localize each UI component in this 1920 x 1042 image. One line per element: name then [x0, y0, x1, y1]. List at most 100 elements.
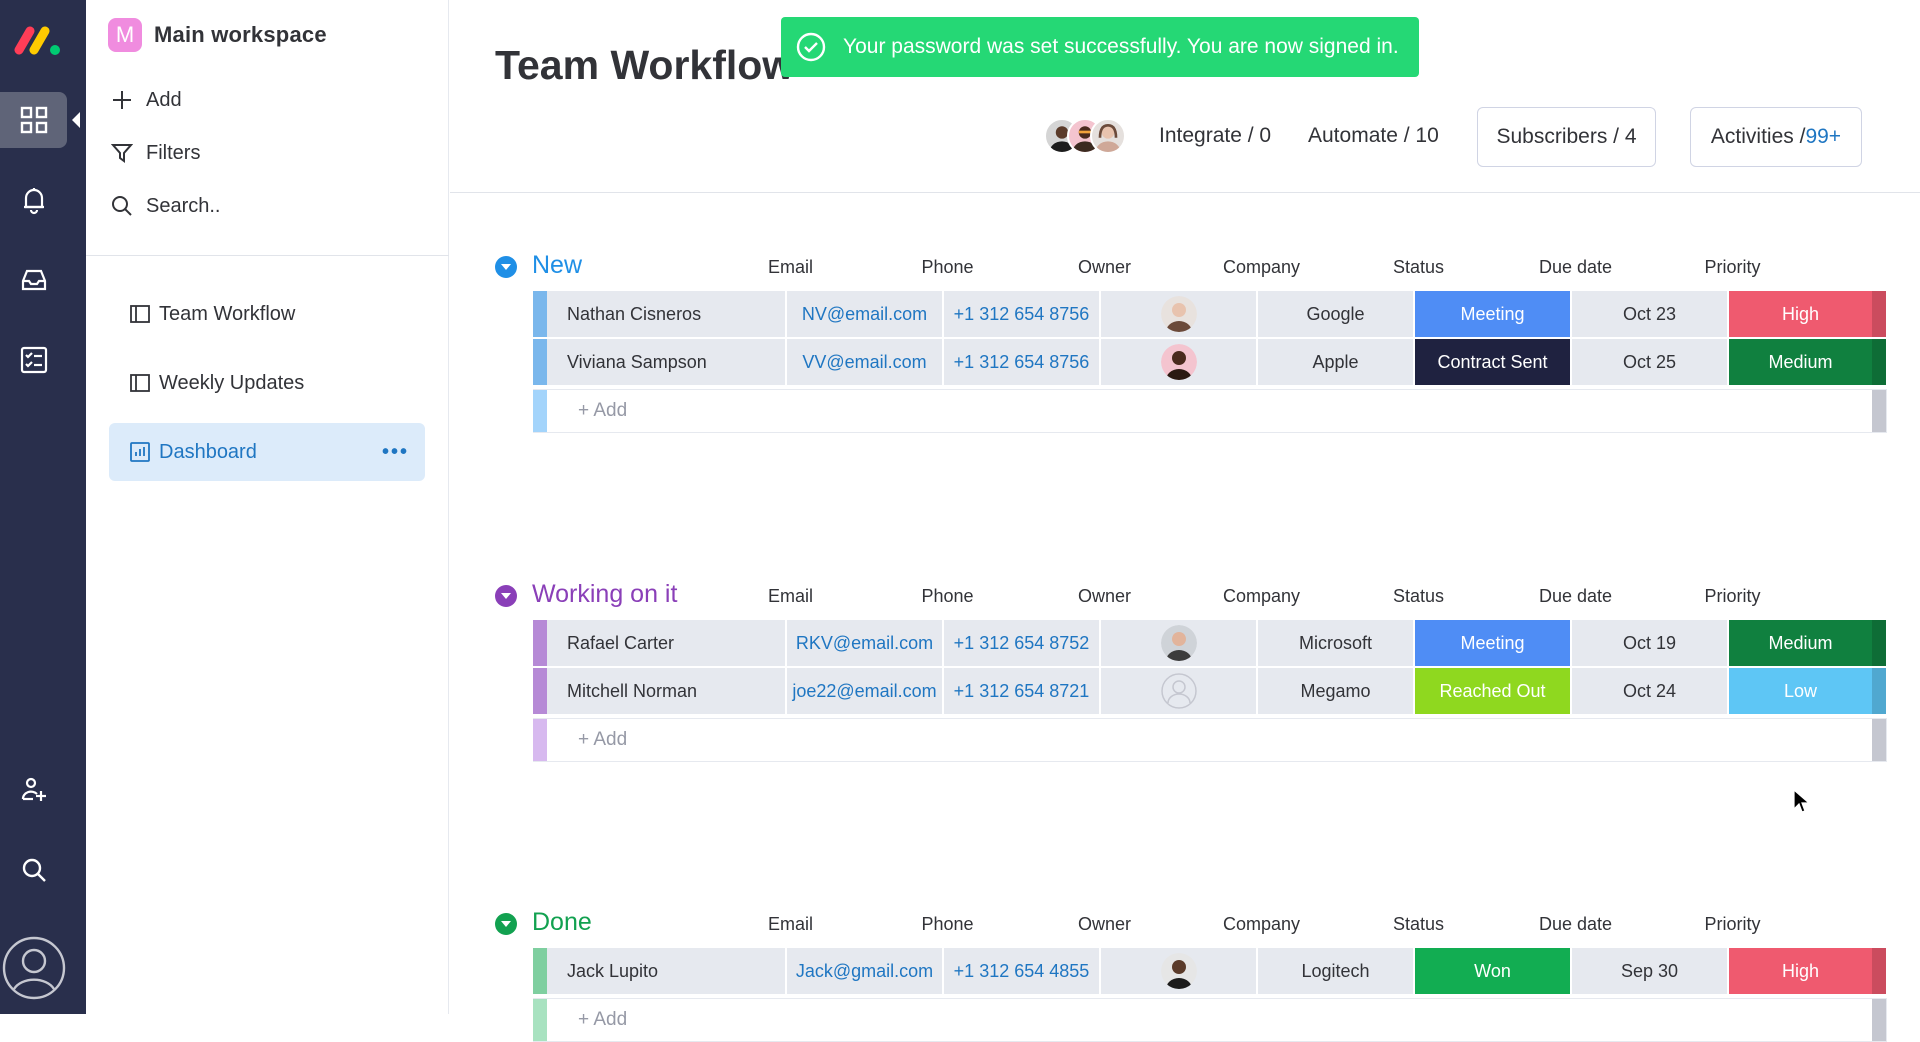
status-label[interactable]: Meeting — [1415, 291, 1572, 337]
group-title[interactable]: Working on it — [532, 580, 677, 609]
status-label[interactable]: Reached Out — [1415, 668, 1572, 714]
owner-cell[interactable] — [1101, 668, 1258, 714]
column-header-priority[interactable]: Priority — [1654, 586, 1811, 607]
phone-cell[interactable]: +1 312 654 4855 — [944, 948, 1101, 994]
board-members-avatars[interactable] — [1044, 118, 1126, 154]
column-header-status[interactable]: Status — [1340, 914, 1497, 935]
due-date-cell[interactable]: Oct 23 — [1572, 291, 1729, 337]
inbox-button[interactable] — [0, 252, 67, 308]
due-date-cell[interactable]: Oct 24 — [1572, 668, 1729, 714]
priority-label[interactable]: High — [1729, 291, 1872, 337]
add-item-row[interactable]: + Add — [533, 718, 1887, 762]
priority-label[interactable]: Low — [1729, 668, 1872, 714]
integrate-button[interactable]: Integrate / 0 — [1159, 124, 1271, 148]
my-work-button[interactable] — [0, 332, 67, 388]
column-header-due-date[interactable]: Due date — [1497, 257, 1654, 278]
table-row[interactable]: Rafael Carter RKV@email.com +1 312 654 875… — [533, 620, 1887, 666]
status-label[interactable]: Contract Sent — [1415, 339, 1572, 385]
due-date-cell[interactable]: Oct 25 — [1572, 339, 1729, 385]
sidebar-item-team-workflow[interactable]: Team Workflow — [109, 285, 425, 343]
column-header-due-date[interactable]: Due date — [1497, 914, 1654, 935]
email-cell[interactable]: joe22@email.com — [787, 668, 944, 714]
collapse-group-icon[interactable] — [495, 256, 517, 278]
column-header-company[interactable]: Company — [1183, 586, 1340, 607]
column-header-company[interactable]: Company — [1183, 914, 1340, 935]
column-header-owner[interactable]: Owner — [1026, 257, 1183, 278]
profile-button[interactable] — [0, 936, 67, 1000]
column-header-priority[interactable]: Priority — [1654, 914, 1811, 935]
group-title[interactable]: New — [532, 251, 582, 280]
company-cell[interactable]: Megamo — [1258, 668, 1415, 714]
email-cell[interactable]: RKV@email.com — [787, 620, 944, 666]
status-label[interactable]: Won — [1415, 948, 1572, 994]
column-header-owner[interactable]: Owner — [1026, 586, 1183, 607]
company-cell[interactable]: Logitech — [1258, 948, 1415, 994]
add-item-input[interactable]: + Add — [547, 390, 1872, 432]
notifications-button[interactable] — [0, 172, 67, 228]
due-date-cell[interactable]: Oct 19 — [1572, 620, 1729, 666]
column-header-status[interactable]: Status — [1340, 586, 1497, 607]
column-header-phone[interactable]: Phone — [869, 257, 1026, 278]
column-header-email[interactable]: Email — [712, 914, 869, 935]
email-cell[interactable]: NV@email.com — [787, 291, 944, 337]
item-name[interactable]: Viviana Sampson — [547, 339, 787, 385]
collapse-group-icon[interactable] — [495, 585, 517, 607]
column-header-email[interactable]: Email — [712, 257, 869, 278]
activities-button[interactable]: Activities /99+ — [1690, 107, 1862, 167]
board-title[interactable]: Team Workflow — [495, 42, 794, 89]
phone-cell[interactable]: +1 312 654 8756 — [944, 339, 1101, 385]
collapse-group-icon[interactable] — [495, 913, 517, 935]
group-title[interactable]: Done — [532, 908, 592, 937]
column-header-owner[interactable]: Owner — [1026, 914, 1183, 935]
status-label[interactable]: Meeting — [1415, 620, 1572, 666]
priority-label[interactable]: Medium — [1729, 620, 1872, 666]
invite-members-button[interactable] — [0, 762, 67, 818]
column-header-company[interactable]: Company — [1183, 257, 1340, 278]
table-row[interactable]: Mitchell Norman joe22@email.com +1 312 654… — [533, 668, 1887, 714]
due-date-cell[interactable]: Sep 30 — [1572, 948, 1729, 994]
monday-logo[interactable] — [14, 22, 64, 56]
item-name[interactable]: Nathan Cisneros — [547, 291, 787, 337]
company-cell[interactable]: Google — [1258, 291, 1415, 337]
column-header-phone[interactable]: Phone — [869, 914, 1026, 935]
company-cell[interactable]: Microsoft — [1258, 620, 1415, 666]
table-row[interactable]: Viviana Sampson VV@email.com +1 312 654 87… — [533, 339, 1887, 385]
workspaces-button[interactable] — [0, 92, 80, 148]
column-header-due-date[interactable]: Due date — [1497, 586, 1654, 607]
priority-label[interactable]: Medium — [1729, 339, 1872, 385]
add-item-input[interactable]: + Add — [547, 999, 1872, 1041]
column-header-phone[interactable]: Phone — [869, 586, 1026, 607]
owner-cell[interactable] — [1101, 291, 1258, 337]
column-header-email[interactable]: Email — [712, 586, 869, 607]
add-item-input[interactable]: + Add — [547, 719, 1872, 761]
column-header-priority[interactable]: Priority — [1654, 257, 1811, 278]
phone-cell[interactable]: +1 312 654 8752 — [944, 620, 1101, 666]
more-options-icon[interactable]: ••• — [382, 441, 409, 464]
automate-button[interactable]: Automate / 10 — [1308, 124, 1439, 148]
filters-button[interactable]: Filters — [110, 138, 200, 168]
owner-cell[interactable] — [1101, 339, 1258, 385]
workspace-header[interactable]: M Main workspace — [108, 18, 327, 52]
phone-cell[interactable]: +1 312 654 8756 — [944, 291, 1101, 337]
add-item-row[interactable]: + Add — [533, 389, 1887, 433]
column-header-status[interactable]: Status — [1340, 257, 1497, 278]
email-cell[interactable]: VV@email.com — [787, 339, 944, 385]
search-button[interactable] — [0, 842, 67, 898]
phone-cell[interactable]: +1 312 654 8721 — [944, 668, 1101, 714]
item-name[interactable]: Mitchell Norman — [547, 668, 787, 714]
table-row[interactable]: Nathan Cisneros NV@email.com +1 312 654 87… — [533, 291, 1887, 337]
owner-cell[interactable] — [1101, 948, 1258, 994]
sidebar-item-weekly-updates[interactable]: Weekly Updates — [109, 354, 425, 412]
add-button[interactable]: Add — [110, 85, 182, 115]
table-row[interactable]: Jack Lupito Jack@gmail.com +1 312 654 4855… — [533, 948, 1887, 994]
item-name[interactable]: Jack Lupito — [547, 948, 787, 994]
priority-label[interactable]: High — [1729, 948, 1872, 994]
owner-cell[interactable] — [1101, 620, 1258, 666]
company-cell[interactable]: Apple — [1258, 339, 1415, 385]
item-name[interactable]: Rafael Carter — [547, 620, 787, 666]
subscribers-button[interactable]: Subscribers / 4 — [1477, 107, 1656, 167]
add-item-row[interactable]: + Add — [533, 998, 1887, 1042]
search-workspace-input[interactable]: Search.. — [110, 191, 220, 221]
email-cell[interactable]: Jack@gmail.com — [787, 948, 944, 994]
sidebar-item-dashboard[interactable]: Dashboard ••• — [109, 423, 425, 481]
